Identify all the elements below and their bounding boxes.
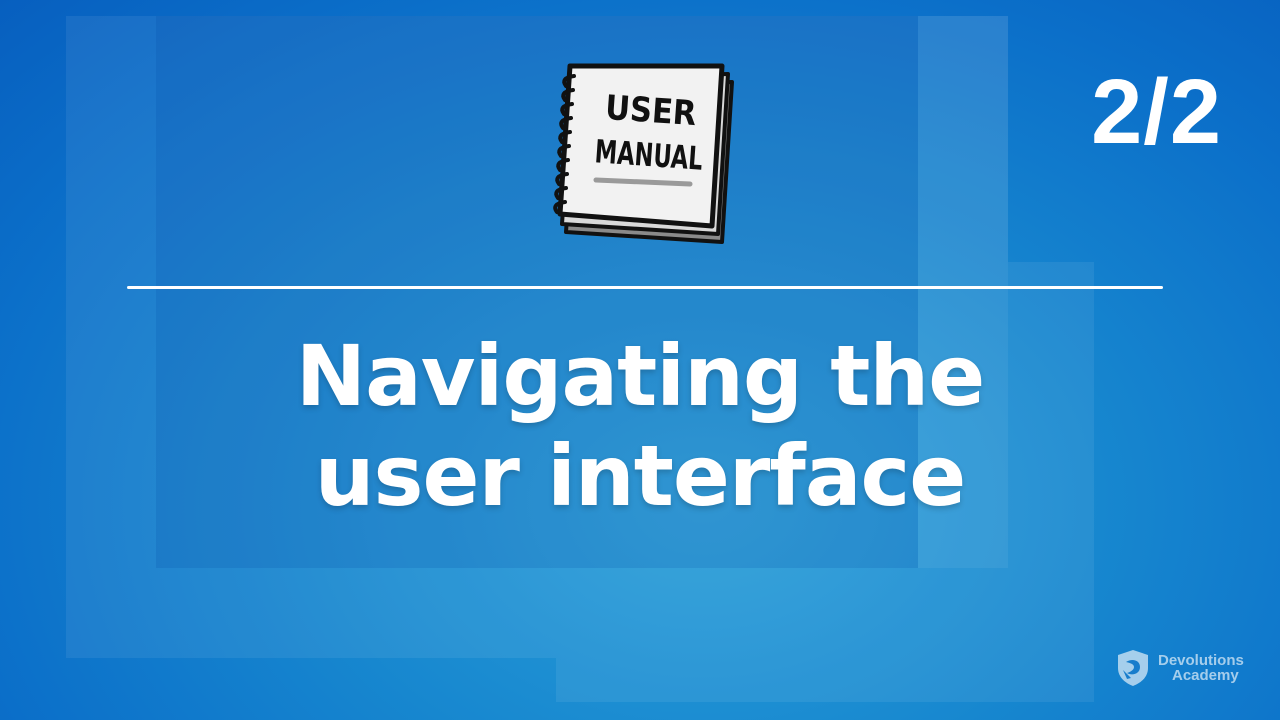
manual-line2: MANUAL (594, 132, 704, 177)
slide-title-line1: Navigating the (295, 327, 985, 425)
slide-counter: 2/2 (1091, 61, 1222, 163)
brand-line1: Devolutions (1158, 652, 1244, 669)
brand-line2: Academy (1172, 667, 1239, 684)
manual-line1: USER (604, 88, 698, 134)
divider (127, 286, 1163, 289)
devolutions-shield-icon (1118, 650, 1148, 686)
brand-logo: Devolutions Academy (1114, 648, 1244, 688)
slide-title-line2: user interface (314, 427, 967, 525)
slide-title: Navigating the user interface (0, 326, 1280, 526)
user-manual-book-icon: USER MANUAL (553, 63, 734, 244)
